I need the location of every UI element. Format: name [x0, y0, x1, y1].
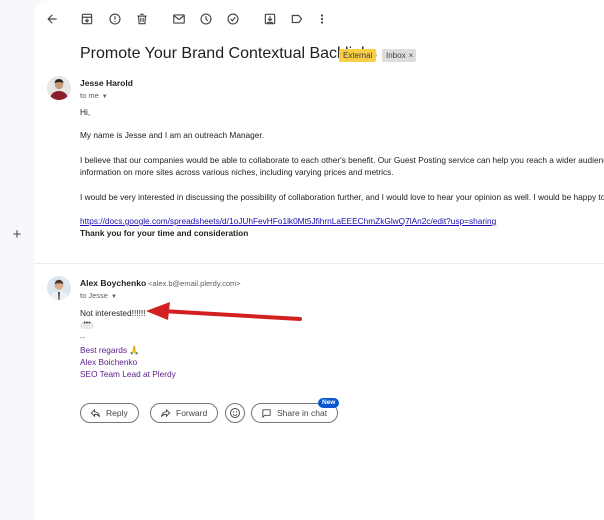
label-icon[interactable]	[290, 12, 304, 26]
avatar[interactable]	[47, 276, 71, 300]
reply-icon	[90, 408, 101, 417]
chat-icon	[262, 408, 271, 418]
external-label: External	[339, 49, 377, 62]
more-vert-icon[interactable]	[315, 12, 329, 26]
body-paragraph: I believe that our companies would be ab…	[80, 155, 604, 165]
remove-label-icon[interactable]: ×	[409, 51, 414, 60]
signature-line: Alex Boichenko	[80, 357, 138, 367]
recipient-details[interactable]: to Jesse ▼	[80, 291, 117, 300]
sender-name[interactable]: Alex Boychenko <alex.b@email.plerdy.com>	[80, 278, 241, 288]
recipient-details[interactable]: to me ▼	[80, 91, 108, 100]
emoji-reaction-button[interactable]	[225, 403, 245, 423]
reply-label: Reply	[106, 408, 128, 418]
signature-separator: --	[80, 333, 86, 342]
show-trimmed-content-button[interactable]: •••	[80, 320, 94, 329]
add-task-icon[interactable]	[226, 12, 240, 26]
forward-button[interactable]: Forward	[150, 403, 219, 423]
sender-email: <alex.b@email.plerdy.com>	[148, 279, 241, 288]
reply-button[interactable]: Reply	[80, 403, 139, 423]
spreadsheet-link[interactable]: https://docs.google.com/spreadsheets/d/1…	[80, 216, 496, 227]
emoji-icon	[230, 408, 240, 418]
report-spam-icon[interactable]	[108, 12, 122, 26]
signature-line: SEO Team Lead at Plerdy	[80, 369, 176, 379]
message-divider	[34, 263, 604, 264]
inbox-label-text: Inbox	[386, 51, 406, 60]
email-subject: Promote Your Brand Contextual Backlinks	[80, 45, 378, 62]
avatar[interactable]	[47, 76, 71, 100]
sender-name[interactable]: Jesse Harold	[80, 78, 133, 88]
move-to-icon[interactable]	[263, 12, 277, 26]
plus-icon[interactable]: +	[11, 227, 23, 242]
recipient-text: to me	[80, 91, 99, 100]
mark-unread-icon[interactable]	[172, 12, 186, 26]
greeting: Hi,	[80, 107, 91, 117]
body-paragraph: information on more sites across various…	[80, 167, 394, 177]
chevron-down-icon[interactable]: ▼	[111, 294, 117, 300]
new-badge: New	[318, 398, 340, 408]
forward-icon	[160, 408, 171, 417]
archive-icon[interactable]	[80, 12, 94, 26]
inbox-label[interactable]: Inbox ×	[382, 49, 417, 62]
sender-name-text: Alex Boychenko	[80, 278, 147, 288]
signature-line: Best regards 🙏	[80, 345, 140, 355]
body-paragraph: My name is Jesse and I am an outreach Ma…	[80, 130, 265, 140]
forward-label: Forward	[176, 408, 208, 418]
delete-icon[interactable]	[135, 12, 149, 26]
recipient-text: to Jesse	[80, 291, 108, 300]
reply-text: Not interested!!!!!!	[80, 308, 146, 318]
closing-text: Thank you for your time and consideratio…	[80, 228, 249, 238]
chevron-down-icon[interactable]: ▼	[102, 94, 108, 100]
back-arrow-icon[interactable]	[45, 12, 59, 26]
snooze-icon[interactable]	[199, 12, 213, 26]
share-label: Share in chat	[277, 408, 328, 418]
body-paragraph: I would be very interested in discussing…	[80, 192, 604, 202]
